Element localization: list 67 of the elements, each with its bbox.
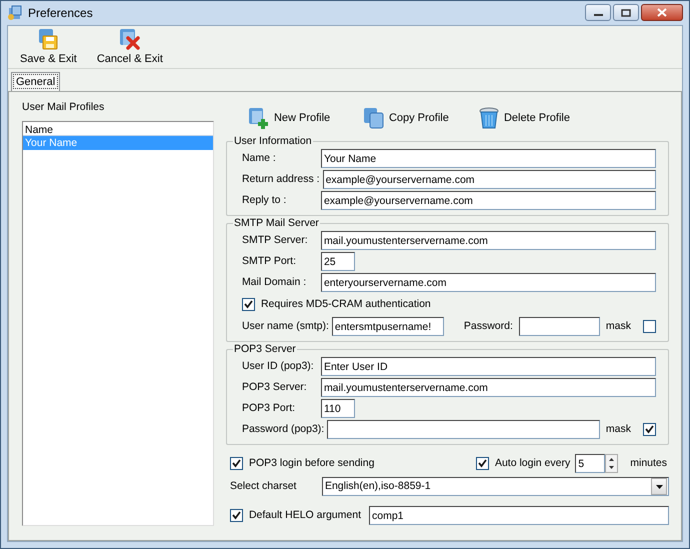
checkbox-label: Auto login every: [494, 456, 570, 471]
checkbox[interactable]: [242, 298, 255, 311]
field-label: POP3 Server:: [242, 380, 308, 395]
input-field[interactable]: Your Name: [320, 149, 656, 168]
field-label: Mail Domain :: [242, 274, 308, 290]
password-field[interactable]: [518, 317, 600, 336]
app-icon: [7, 4, 23, 21]
copy-profile-button[interactable]: Copy Profile: [362, 106, 478, 130]
unit-label: minutes: [630, 456, 667, 471]
checkbox[interactable]: [230, 457, 243, 470]
input-field[interactable]: 25: [320, 252, 355, 271]
input-field[interactable]: mail.youmustenterservername.com: [320, 231, 656, 250]
field-label: Name :: [242, 150, 277, 166]
copy-icon: [362, 106, 385, 130]
close-button[interactable]: [641, 4, 683, 22]
checkbox-label: Requires MD5-CRAM authentication: [260, 296, 431, 312]
input-field[interactable]: mail.youmustenterservername.com: [320, 378, 656, 397]
checkbox[interactable]: [643, 320, 656, 333]
input-field[interactable]: enteryourservername.com: [320, 273, 656, 292]
spin-button[interactable]: [605, 454, 618, 473]
field-label: mask: [606, 318, 631, 334]
dropdown-arrow-icon: [656, 484, 662, 488]
tab[interactable]: General: [11, 72, 60, 91]
maximize-icon: [621, 8, 631, 17]
field-label: Return address :: [242, 172, 321, 187]
input-field[interactable]: example@yourservername.com: [322, 170, 656, 189]
checkbox[interactable]: [643, 423, 656, 436]
delete-profile-button[interactable]: Delete Profile: [478, 106, 593, 130]
group-title: POP3 Server: [232, 343, 297, 355]
input-field[interactable]: example@yourservername.com: [320, 191, 656, 210]
field-label: Password (pop3):: [242, 422, 326, 437]
checkbox-label: Default HELO argument: [248, 508, 361, 523]
password-field[interactable]: [327, 420, 600, 439]
save-icon: [37, 28, 60, 50]
input-field[interactable]: comp1: [369, 506, 669, 525]
field-label: mask: [606, 422, 631, 437]
group-title: User Information: [232, 135, 313, 147]
save-exit-button[interactable]: Save & Exit: [16, 28, 81, 68]
field-label: Password:: [464, 318, 513, 334]
close-icon: [657, 8, 667, 18]
number-field[interactable]: 5: [575, 454, 606, 473]
checkbox[interactable]: [230, 509, 243, 522]
maximize-button[interactable]: [613, 4, 639, 22]
charset-dropdown[interactable]: English(en),iso-8859-1: [322, 477, 669, 496]
cancel-icon: [118, 28, 141, 50]
section-label: User Mail Profiles: [22, 100, 106, 115]
new-document-icon: [248, 106, 270, 130]
field-label: Reply to :: [242, 192, 288, 208]
field-label: POP3 Port:: [242, 400, 296, 416]
input-field[interactable]: Enter User ID: [320, 357, 656, 376]
up-arrow-icon: [609, 458, 614, 461]
field-label: SMTP Server:: [242, 232, 309, 248]
new-profile-button[interactable]: New Profile: [248, 106, 363, 130]
window-title: Preferences: [28, 4, 93, 22]
checkbox[interactable]: [476, 457, 489, 470]
field-label: User ID (pop3):: [242, 358, 315, 374]
cancel-exit-button[interactable]: Cancel & Exit: [92, 28, 167, 68]
input-field[interactable]: entersmtpusername!: [332, 317, 444, 336]
input-field[interactable]: 110: [320, 399, 355, 418]
minimize-button[interactable]: [585, 4, 611, 22]
down-arrow-icon: [609, 466, 614, 470]
field-label: Select charset: [230, 478, 298, 494]
group-title: SMTP Mail Server: [232, 217, 320, 229]
checkbox-label: POP3 login before sending: [248, 456, 374, 471]
trash-icon: [478, 106, 500, 130]
field-label: User name (smtp):: [242, 318, 330, 334]
field-label: SMTP Port:: [242, 254, 298, 269]
